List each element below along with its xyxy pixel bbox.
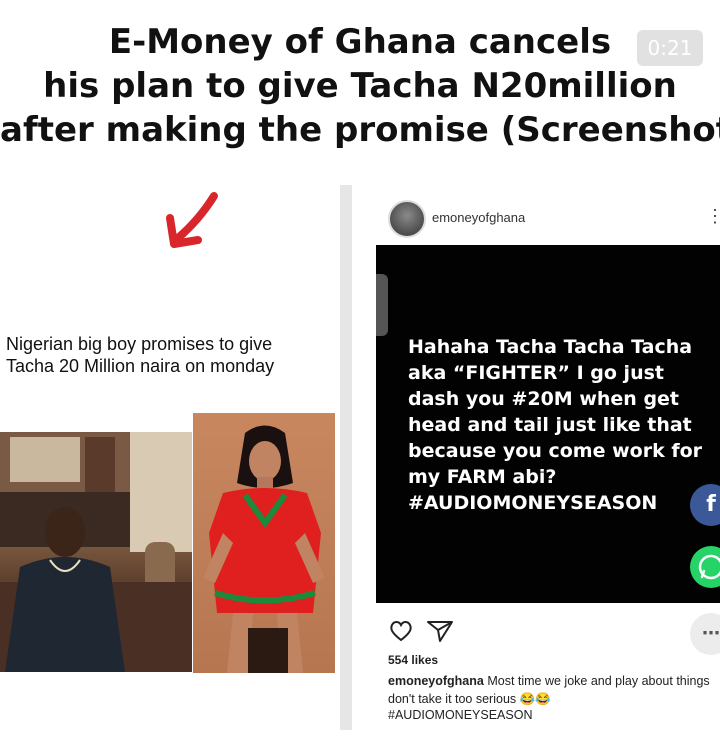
photo-man-seated: [0, 432, 192, 672]
photo-woman-illustration: [203, 425, 325, 673]
video-timer: 0:21: [637, 30, 703, 66]
headline-line-3: after making the promise (Screenshot): [0, 110, 720, 150]
post-actions: [390, 621, 453, 642]
panel-divider: [340, 185, 352, 730]
post-line-7: #AUDIOMONEYSEASON: [408, 492, 658, 514]
photo-man-illustration: [0, 432, 192, 672]
post-line-3: dash you #20M when get: [408, 388, 680, 410]
avatar[interactable]: [388, 200, 426, 238]
comment-username[interactable]: emoneyofghana: [388, 674, 484, 688]
photo-woman-red-dress: [193, 413, 335, 673]
hashtag-link[interactable]: #AUDIOMONEYSEASON: [388, 708, 532, 722]
post-line-1: Hahaha Tacha Tacha Tacha: [408, 336, 693, 358]
more-icon[interactable]: ⋮: [706, 206, 720, 227]
post-line-5: because you come work for: [408, 440, 703, 462]
post-line-2: aka “FIGHTER” I go just: [408, 362, 664, 384]
headline-line-2: his plan to give Tacha N20million: [43, 66, 677, 106]
whatsapp-glyph: [698, 554, 720, 580]
post-scroll-handle[interactable]: [376, 274, 388, 336]
left-caption: Nigerian big boy promises to give Tacha …: [0, 333, 335, 377]
caption-comment: emoneyofghana Most time we joke and play…: [388, 672, 713, 708]
caption-line-1: Nigerian big boy promises to give: [6, 334, 273, 354]
whatsapp-icon[interactable]: [690, 546, 720, 588]
instagram-username[interactable]: emoneyofghana: [432, 210, 525, 225]
post-line-4: head and tail just like that: [408, 414, 692, 436]
post-line-6: my FARM abi?: [408, 466, 557, 488]
likes-count: 554 likes: [388, 653, 439, 667]
caption-line-2: Tacha 20 Million naira on monday: [6, 356, 275, 376]
share-icon[interactable]: [427, 621, 453, 642]
headline: E-Money of Ghana cancels his plan to giv…: [0, 20, 720, 152]
post-text: Hahaha Tacha Tacha Tacha aka “FIGHTER” I…: [408, 334, 708, 516]
heart-icon[interactable]: [390, 621, 412, 642]
arrow-icon: [166, 192, 218, 248]
headline-line-1: E-Money of Ghana cancels: [108, 22, 612, 62]
